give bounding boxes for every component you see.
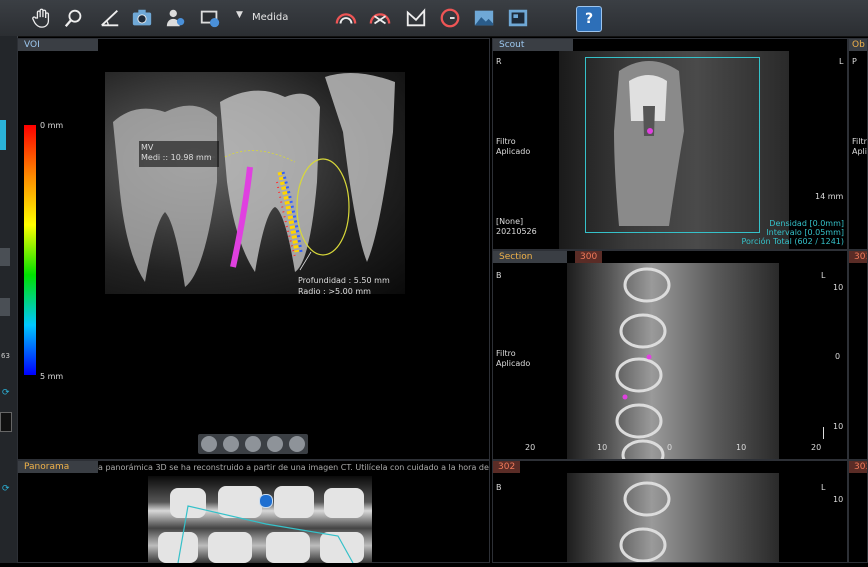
density-info: Densidad [0.0mm]	[769, 219, 844, 228]
scout-selection-box[interactable]	[585, 57, 760, 233]
section-image	[567, 473, 779, 562]
orient-l: L	[821, 271, 826, 280]
filter-label: Filtro	[496, 137, 516, 146]
orient-p: P	[852, 57, 857, 66]
study-date: 20210526	[496, 227, 537, 236]
annotation-median: Medi :: 10.98 mm	[141, 153, 212, 162]
image-settings-icon[interactable]	[198, 6, 222, 30]
x-tick-4: 10	[736, 443, 747, 452]
x-tick-1: 20	[525, 443, 536, 452]
tooth-view-back-icon[interactable]	[223, 436, 239, 452]
y-tick-bottom: 10	[833, 422, 844, 431]
oblique-panel[interactable]: Ob P Filtro Aplic	[848, 38, 868, 250]
colorbar-bottom-label: 5 mm	[40, 372, 64, 381]
filter-applied-label: Aplicado	[496, 147, 531, 156]
x-tick-2: 10	[597, 443, 608, 452]
orient-l: L	[839, 57, 844, 66]
annotation-mv: MV	[141, 143, 154, 152]
y-tick-mid: 0	[835, 352, 841, 361]
orient-b: B	[496, 483, 502, 492]
rotate-clock-icon[interactable]	[438, 6, 462, 30]
section-panel[interactable]: Section 300 B L Filtro Aplicado 10 0 10 …	[492, 250, 848, 460]
angle-measure-icon[interactable]	[98, 6, 122, 30]
user-settings-icon[interactable]	[164, 6, 188, 30]
x-tick-3: 0	[667, 443, 673, 452]
panorama-panel-title: Panorama	[18, 461, 98, 473]
measure-label[interactable]: Medida	[252, 12, 288, 23]
orient-b: B	[496, 271, 502, 280]
annotation-radius: Radio : >5.00 mm	[298, 287, 371, 296]
tooth-view-front-icon[interactable]	[201, 436, 217, 452]
tooth-view-left-icon[interactable]	[245, 436, 261, 452]
layout-grid-icon[interactable]	[506, 6, 530, 30]
help-icon[interactable]: ?	[576, 6, 602, 32]
section-number-tag[interactable]: 302	[493, 461, 521, 473]
landscape-image-icon[interactable]	[472, 6, 496, 30]
interval-info: Intervalo [0.05mm]	[766, 228, 844, 237]
active-indicator	[0, 120, 6, 150]
filter-label: Filtro	[496, 349, 516, 358]
tooth-arch-alt-icon[interactable]	[368, 6, 392, 30]
scale-label: 14 mm	[815, 192, 844, 201]
strip-value: 63	[1, 352, 10, 360]
orient-r: R	[496, 57, 502, 66]
section-image	[567, 263, 779, 459]
refresh-icon[interactable]: ⟳	[2, 388, 10, 398]
hand-pan-icon[interactable]	[30, 6, 54, 30]
label-none: [None]	[496, 217, 524, 226]
section-panel-title: Section	[493, 251, 567, 263]
section-panel-302[interactable]: 302 B L 10	[492, 460, 848, 563]
strip-toggle[interactable]	[0, 412, 12, 432]
panorama-image	[148, 476, 372, 564]
left-tool-strip: 63 ⟳ ⟳	[0, 36, 18, 563]
filter-applied-label: Aplicado	[496, 359, 531, 368]
scout-panel-title: Scout	[493, 39, 573, 51]
filter-label: Filtro	[852, 137, 867, 146]
portion-info: Porción Total (602 / 1241)	[741, 237, 844, 246]
image-angle-icon[interactable]	[404, 6, 428, 30]
y-tick-top: 10	[833, 283, 844, 292]
voi-panel-title: VOI	[18, 39, 98, 51]
oblique-panel-title: Ob	[849, 39, 867, 51]
camera-icon[interactable]	[130, 6, 154, 30]
section-panel-303[interactable]: 303	[848, 460, 868, 563]
panorama-handle[interactable]	[259, 494, 273, 508]
view-selector-toolbar	[198, 434, 308, 454]
strip-control[interactable]	[0, 298, 10, 316]
tooth-arch-view-icon[interactable]	[334, 6, 358, 30]
x-tick-5: 20	[811, 443, 822, 452]
section-scale-bar	[823, 427, 824, 439]
annotation-depth: Profundidad : 5.50 mm	[298, 276, 390, 285]
tooth-3d-render[interactable]	[105, 72, 405, 294]
section-panel-301[interactable]: 301	[848, 250, 868, 460]
main-toolbar: ▼ Medida ?	[0, 0, 868, 37]
section-number-tag[interactable]: 303	[849, 461, 867, 473]
panorama-warning: a panorámica 3D se ha reconstruido a par…	[98, 463, 490, 472]
strip-control[interactable]	[0, 248, 10, 266]
orient-l: L	[821, 483, 826, 492]
refresh-icon[interactable]: ⟳	[2, 484, 10, 494]
filter-applied-label: Aplic	[852, 147, 867, 156]
zoom-magnifier-icon[interactable]	[62, 6, 86, 30]
depth-colorbar	[24, 125, 36, 375]
colorbar-top-label: 0 mm	[40, 121, 64, 130]
chevron-down-icon[interactable]: ▼	[236, 10, 243, 20]
section-number-tag[interactable]: 300	[575, 251, 603, 263]
tooth-view-top-icon[interactable]	[289, 436, 305, 452]
tooth-view-right-icon[interactable]	[267, 436, 283, 452]
scout-panel[interactable]: Scout R L Filtro Aplicado 14 mm [None] 2…	[492, 38, 848, 250]
y-tick: 10	[833, 495, 844, 504]
section-number-tag[interactable]: 301	[849, 251, 867, 263]
